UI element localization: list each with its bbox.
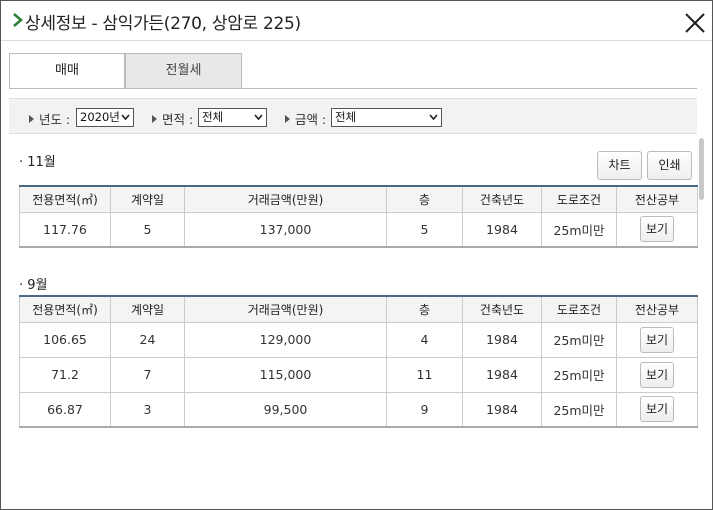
chevron-down-icon — [254, 114, 263, 121]
price-cell: 129,000 — [184, 321, 387, 358]
view-button[interactable]: 보기 — [640, 361, 674, 388]
tab-bar: 매매 전월세 — [9, 53, 699, 89]
column-header: 건축년도 — [462, 295, 542, 323]
column-header: 계약일 — [110, 185, 185, 213]
detail-window: 상세정보 - 삼익가든(270, 상암로 225) 매매 전월세 년도 : 20… — [0, 0, 713, 510]
column-header: 계약일 — [110, 295, 185, 323]
road-cell: 25m미만 — [541, 211, 617, 248]
chevron-down-icon — [429, 114, 438, 121]
view-button[interactable]: 보기 — [640, 326, 674, 353]
built-year-cell: 1984 — [462, 391, 542, 428]
built-year-cell: 1984 — [462, 211, 542, 248]
day-cell: 5 — [110, 211, 185, 248]
transaction-table: 전용면적(㎡) 계약일 거래금액(만원) 층 건축년도 도로조건 전산공부 10… — [19, 295, 698, 428]
tab-divider — [9, 88, 697, 89]
floor-cell: 4 — [386, 321, 463, 358]
area-cell: 117.76 — [19, 211, 111, 248]
table-header-row: 전용면적(㎡) 계약일 거래금액(만원) 층 건축년도 도로조건 전산공부 — [19, 185, 698, 213]
chevron-down-icon — [121, 114, 130, 121]
column-header: 도로조건 — [541, 185, 617, 213]
price-cell: 99,500 — [184, 391, 387, 428]
transaction-table: 전용면적(㎡) 계약일 거래금액(만원) 층 건축년도 도로조건 전산공부 11… — [19, 185, 698, 248]
area-filter-label: 면적 : — [152, 109, 193, 128]
price-cell: 115,000 — [184, 356, 387, 393]
day-cell: 3 — [110, 391, 185, 428]
road-cell: 25m미만 — [541, 321, 617, 358]
amount-filter-label: 금액 : — [285, 109, 326, 128]
view-button[interactable]: 보기 — [640, 216, 674, 243]
area-select[interactable]: 전체 — [198, 108, 267, 127]
column-header: 전용면적(㎡) — [19, 295, 111, 323]
triangle-right-icon — [285, 115, 290, 123]
table-row: 106.65 24 129,000 4 1984 25m미만 보기 — [19, 321, 698, 358]
column-header: 층 — [386, 295, 463, 323]
action-cell: 보기 — [616, 391, 698, 428]
road-cell: 25m미만 — [541, 391, 617, 428]
area-cell: 106.65 — [19, 321, 111, 358]
floor-cell: 5 — [386, 211, 463, 248]
table-row: 66.87 3 99,500 9 1984 25m미만 보기 — [19, 391, 698, 428]
area-cell: 71.2 — [19, 356, 111, 393]
tab-sale[interactable]: 매매 — [9, 53, 125, 89]
month-heading: · 9월 — [19, 278, 48, 293]
price-cell: 137,000 — [184, 211, 387, 248]
column-header: 거래금액(만원) — [184, 295, 387, 323]
triangle-right-icon — [29, 115, 34, 123]
floor-cell: 9 — [386, 391, 463, 428]
title-bar: 상세정보 - 삼익가든(270, 상암로 225) — [1, 1, 712, 41]
triangle-right-icon — [152, 115, 157, 123]
floor-cell: 11 — [386, 356, 463, 393]
column-header: 전용면적(㎡) — [19, 185, 111, 213]
year-filter-label: 년도 : — [29, 109, 70, 128]
print-button[interactable]: 인쇄 — [647, 151, 692, 180]
action-cell: 보기 — [616, 211, 698, 248]
chevron-right-icon — [13, 13, 23, 27]
amount-select[interactable]: 전체 — [331, 108, 442, 127]
column-header: 전산공부 — [616, 295, 698, 323]
month-heading: · 11월 — [19, 155, 56, 170]
year-select[interactable]: 2020년 — [76, 108, 134, 127]
action-cell: 보기 — [616, 321, 698, 358]
table-row: 71.2 7 115,000 11 1984 25m미만 보기 — [19, 356, 698, 393]
day-cell: 7 — [110, 356, 185, 393]
column-header: 전산공부 — [616, 185, 698, 213]
column-header: 거래금액(만원) — [184, 185, 387, 213]
action-cell: 보기 — [616, 356, 698, 393]
window-title: 상세정보 - 삼익가든(270, 상암로 225) — [25, 14, 301, 34]
column-header: 도로조건 — [541, 295, 617, 323]
table-row: 117.76 5 137,000 5 1984 25m미만 보기 — [19, 211, 698, 248]
view-button[interactable]: 보기 — [640, 396, 674, 423]
scrollbar-thumb[interactable] — [699, 138, 704, 200]
chart-button[interactable]: 차트 — [597, 151, 642, 180]
column-header: 층 — [386, 185, 463, 213]
built-year-cell: 1984 — [462, 356, 542, 393]
area-cell: 66.87 — [19, 391, 111, 428]
day-cell: 24 — [110, 321, 185, 358]
close-icon[interactable] — [681, 9, 709, 37]
road-cell: 25m미만 — [541, 356, 617, 393]
built-year-cell: 1984 — [462, 321, 542, 358]
filter-bar: 년도 : 2020년 면적 : 전체 금액 : 전체 — [9, 98, 697, 134]
tab-rent[interactable]: 전월세 — [125, 53, 242, 89]
table-header-row: 전용면적(㎡) 계약일 거래금액(만원) 층 건축년도 도로조건 전산공부 — [19, 295, 698, 323]
column-header: 건축년도 — [462, 185, 542, 213]
